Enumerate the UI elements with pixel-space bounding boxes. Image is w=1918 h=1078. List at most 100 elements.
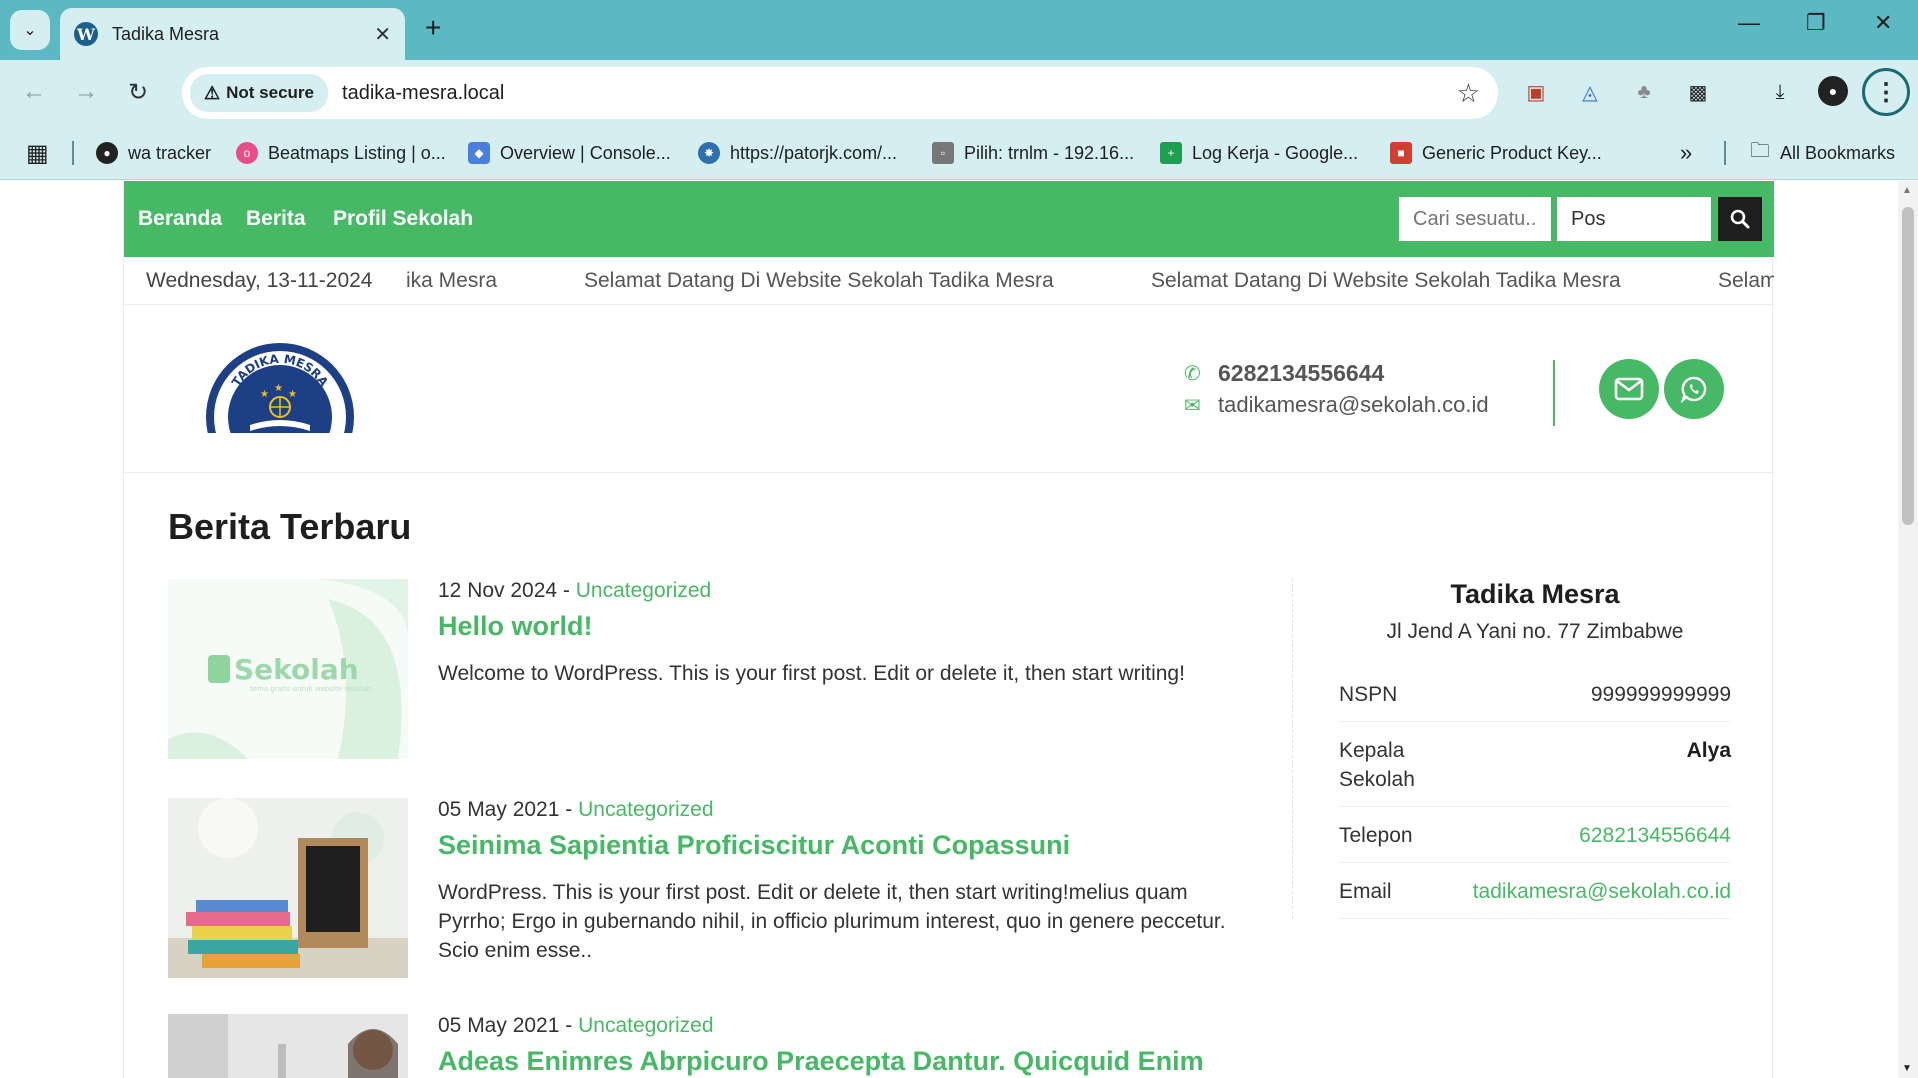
- bookmark-overview-console[interactable]: ◆ Overview | Console...: [468, 140, 671, 166]
- content-divider: [1292, 579, 1293, 919]
- post-item: Sekolah tema gratis untuk website sekola…: [168, 579, 1258, 759]
- scroll-up-icon[interactable]: ▲: [1902, 185, 1912, 196]
- post-title[interactable]: Hello world!: [438, 611, 593, 642]
- bookmark-separator: [72, 141, 74, 165]
- puzzle-icon[interactable]: ▩: [1684, 78, 1712, 106]
- profile-avatar[interactable]: ●: [1818, 76, 1848, 106]
- scroll-thumb[interactable]: [1902, 207, 1914, 525]
- bookmark-star-icon[interactable]: ☆: [1457, 78, 1480, 109]
- post-type-field[interactable]: [1557, 197, 1711, 241]
- bookmark-generic-product-key[interactable]: ■ Generic Product Key...: [1390, 140, 1602, 166]
- phone-line: ✆ 6282134556644: [1184, 357, 1489, 389]
- post-category[interactable]: Uncategorized: [576, 579, 711, 602]
- phone-icon: ✆: [1184, 362, 1201, 385]
- search-input[interactable]: [1399, 197, 1551, 241]
- bookmark-pilih-trnlm[interactable]: ▫ Pilih: trnlm - 192.16...: [932, 140, 1134, 166]
- info-row-telepon: Telepon 6282134556644: [1339, 807, 1731, 863]
- post-date: 05 May 2021: [438, 1014, 560, 1037]
- post-title[interactable]: Adeas Enimres Abrpicuro Praecepta Dantur…: [438, 1046, 1204, 1077]
- close-window-icon[interactable]: ✕: [1874, 10, 1892, 36]
- new-tab-button[interactable]: +: [425, 12, 441, 44]
- bookmark-beatmaps[interactable]: o Beatmaps Listing | o...: [236, 140, 446, 166]
- translate-extension-icon[interactable]: ◬: [1576, 78, 1604, 106]
- post-date: 12 Nov 2024: [438, 579, 558, 602]
- bookmark-patorjk[interactable]: ✸ https://patorjk.com/...: [698, 140, 897, 166]
- download-icon[interactable]: ⤓: [1766, 78, 1794, 106]
- tab-title: Tadika Mesra: [112, 23, 220, 44]
- active-tab[interactable]: W Tadika Mesra ✕: [60, 8, 405, 60]
- news-ticker: ika Mesra Selamat Datang Di Website Seko…: [124, 257, 1774, 305]
- all-bookmarks-button[interactable]: 🗀 All Bookmarks: [1750, 140, 1895, 166]
- current-date: Wednesday, 13-11-2024: [146, 269, 393, 293]
- apps-grid-icon[interactable]: ▦: [26, 140, 49, 167]
- tab-search-button[interactable]: ⌄: [10, 10, 50, 50]
- whatsapp-button[interactable]: [1664, 359, 1724, 419]
- post-date: 05 May 2021: [438, 798, 560, 821]
- sekolah-banner-image: Sekolah tema gratis untuk website sekola…: [168, 579, 408, 759]
- phone-number[interactable]: 6282134556644: [1218, 360, 1384, 387]
- extension-icon[interactable]: ♣: [1630, 78, 1658, 106]
- school-info-table: NSPN 999999999999 Kepala Sekolah Alya Te…: [1339, 666, 1731, 919]
- info-row-kepala-sekolah: Kepala Sekolah Alya: [1339, 722, 1731, 807]
- info-label: Email: [1339, 880, 1392, 903]
- scroll-down-icon[interactable]: ▼: [1902, 1063, 1912, 1074]
- restore-icon[interactable]: ❐: [1806, 10, 1826, 36]
- whatsapp-icon: [1680, 376, 1707, 403]
- info-label: NSPN: [1339, 683, 1398, 706]
- post-excerpt: WordPress. This is your first post. Edit…: [438, 881, 1226, 962]
- school-logo[interactable]: TADIKA MESRA ★ ★ ★: [204, 341, 356, 433]
- email-button[interactable]: [1599, 359, 1659, 419]
- minimize-icon[interactable]: —: [1738, 10, 1760, 36]
- thumb-tagline: tema gratis untuk website sekolah: [250, 685, 371, 693]
- more-menu-icon[interactable]: ⋮: [1862, 68, 1910, 116]
- bookmark-label: https://patorjk.com/...: [730, 142, 898, 163]
- ticker-message: Selamat Datang Di Website Sekolah Tadika…: [584, 269, 1054, 292]
- bookmark-label: wa tracker: [128, 142, 212, 163]
- url-text[interactable]: tadika-mesra.local: [342, 82, 1457, 105]
- site-container: Beranda Berita Profil Sekolah ika Mesra …: [123, 181, 1774, 1078]
- post-meta: 05 May 2021 - Uncategorized: [438, 1014, 714, 1037]
- bookmark-log-kerja[interactable]: + Log Kerja - Google...: [1160, 140, 1358, 166]
- screenshot-extension-icon[interactable]: ▣: [1522, 78, 1550, 106]
- post-thumbnail[interactable]: [168, 1014, 408, 1078]
- search-button[interactable]: [1718, 197, 1762, 241]
- post-category[interactable]: Uncategorized: [578, 798, 713, 821]
- security-label: Not secure: [226, 83, 315, 102]
- page-viewport: Beranda Berita Profil Sekolah ika Mesra …: [0, 181, 1918, 1078]
- more-bookmarks-icon[interactable]: »: [1680, 140, 1692, 166]
- page-scrollbar[interactable]: ▲ ▼: [1898, 181, 1918, 1078]
- chevron-down-icon: ⌄: [23, 22, 37, 39]
- post-category[interactable]: Uncategorized: [578, 1014, 713, 1037]
- post-thumbnail[interactable]: [168, 798, 408, 978]
- envelope-icon: [1614, 377, 1644, 401]
- folder-icon: 🗀: [1750, 140, 1770, 162]
- bookmark-wa-tracker[interactable]: ● wa tracker: [96, 140, 211, 166]
- back-icon[interactable]: ←: [22, 78, 46, 106]
- post-thumbnail[interactable]: Sekolah tema gratis untuk website sekola…: [168, 579, 408, 759]
- info-label: Kepala Sekolah: [1339, 739, 1415, 791]
- header-divider: [1553, 360, 1555, 426]
- nav-item-berita[interactable]: Berita: [246, 207, 306, 231]
- bookmark-label: Generic Product Key...: [1422, 142, 1602, 163]
- bookmark-label: Overview | Console...: [500, 142, 671, 163]
- info-value-phone-link[interactable]: 6282134556644: [1579, 821, 1731, 850]
- address-bar[interactable]: ⚠ Not secure tadika-mesra.local ☆: [182, 67, 1498, 119]
- post-meta: 05 May 2021 - Uncategorized: [438, 798, 714, 821]
- security-chip[interactable]: ⚠ Not secure: [190, 74, 329, 112]
- site-header: TADIKA MESRA ★ ★ ★ ✆ 6282134556644 ✉ tad…: [124, 305, 1774, 473]
- warning-icon: ⚠: [204, 82, 221, 103]
- email-address[interactable]: tadikamesra@sekolah.co.id: [1218, 392, 1489, 418]
- info-value-email-link[interactable]: tadikamesra@sekolah.co.id: [1473, 877, 1731, 906]
- envelope-icon: ✉: [1184, 394, 1201, 417]
- school-info-sidebar: Tadika Mesra Jl Jend A Yani no. 77 Zimba…: [1339, 576, 1731, 919]
- forward-icon[interactable]: →: [74, 78, 98, 106]
- close-tab-icon[interactable]: ✕: [374, 22, 391, 47]
- reload-icon[interactable]: ↻: [128, 78, 148, 107]
- svg-text:★: ★: [274, 383, 283, 394]
- post-title[interactable]: Seinima Sapientia Proficiscitur Aconti C…: [438, 830, 1070, 861]
- nav-item-beranda[interactable]: Beranda: [138, 207, 222, 231]
- phpmyadmin-icon: ▫: [932, 142, 954, 164]
- nav-item-profil-sekolah[interactable]: Profil Sekolah: [333, 207, 473, 231]
- email-line: ✉ tadikamesra@sekolah.co.id: [1184, 389, 1489, 421]
- info-row-nspn: NSPN 999999999999: [1339, 666, 1731, 722]
